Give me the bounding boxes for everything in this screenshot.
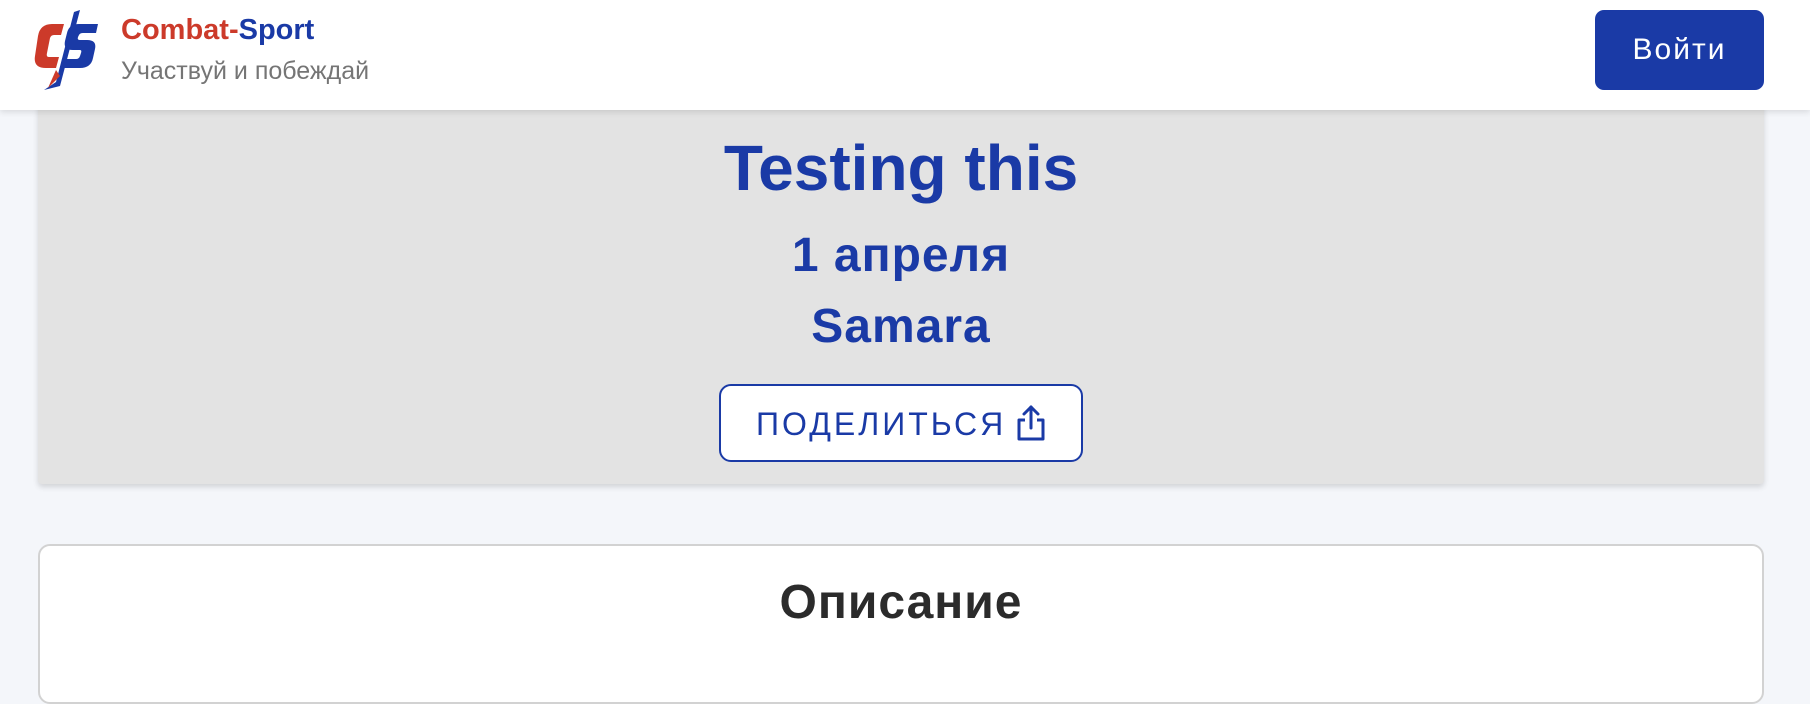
brand-name-part-2: Sport bbox=[238, 14, 315, 46]
login-button[interactable]: Войти bbox=[1595, 10, 1764, 90]
brand-name-part-1: Combat- bbox=[121, 14, 239, 46]
description-card: Описание bbox=[38, 544, 1764, 704]
logo-icon[interactable] bbox=[34, 10, 106, 90]
event-city: Samara bbox=[811, 300, 991, 353]
event-date: 1 апреля bbox=[791, 229, 1011, 282]
share-button-label: ПОДЕЛИТЬСЯ bbox=[756, 406, 1007, 442]
brand-name[interactable]: Combat-Sport bbox=[121, 13, 314, 47]
event-hero-card: Testing this 1 апреля Samara ПОДЕЛИТЬСЯ bbox=[38, 104, 1764, 484]
share-icon bbox=[1017, 405, 1045, 441]
event-title: Testing this bbox=[723, 132, 1079, 204]
share-button[interactable]: ПОДЕЛИТЬСЯ bbox=[719, 384, 1083, 462]
description-heading: Описание bbox=[779, 576, 1023, 629]
brand-tagline: Участвуй и побеждай bbox=[121, 57, 370, 85]
site-header: Combat-Sport Участвуй и побеждай Войти bbox=[0, 0, 1810, 110]
